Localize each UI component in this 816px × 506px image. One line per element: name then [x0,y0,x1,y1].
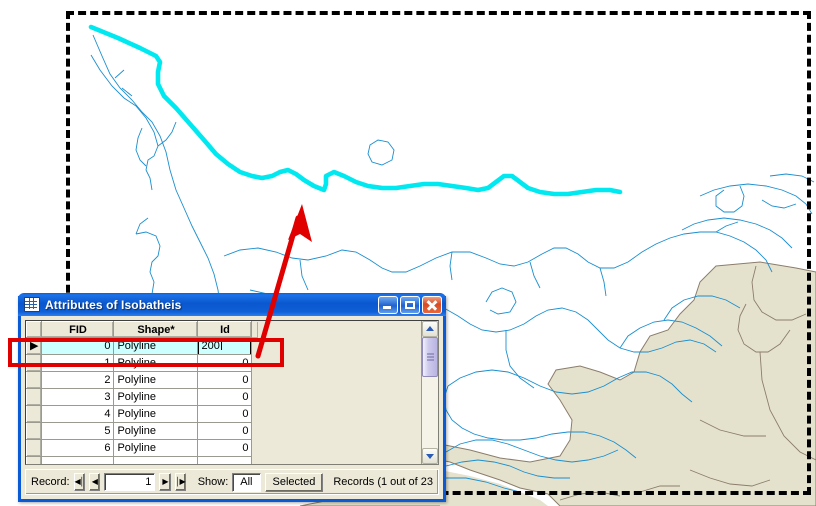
cell-id[interactable]: 0 [197,439,253,457]
records-count-label: Records (1 out of 23 [333,476,433,488]
cell-shape[interactable]: Polyline [113,354,199,372]
row-filler [251,354,259,372]
column-header-id[interactable]: Id [197,321,253,338]
cell-shape[interactable]: Polyline [113,439,199,457]
row-filler [251,456,259,464]
record-status-bar: Record: ◀│ ◀ 1 ▶ │▶ Show: All Selected R… [25,469,439,495]
next-record-icon: ▶ [162,477,168,486]
cell-fid[interactable]: 5 [41,422,115,440]
table-row[interactable]: 4 Polyline 0 [26,405,259,423]
cell-fid[interactable]: 4 [41,405,115,423]
cell-fid[interactable]: 6 [41,439,115,457]
minimize-icon[interactable] [378,295,398,314]
show-selected-button[interactable]: Selected [264,472,324,492]
cell-shape[interactable]: Polyline [113,371,199,389]
last-record-icon: │▶ [175,477,186,486]
row-marker[interactable] [26,371,43,389]
first-record-button[interactable]: ◀│ [73,473,85,491]
id-edit-value: 200 [201,340,220,352]
last-record-button[interactable]: │▶ [174,473,186,491]
row-filler [251,388,259,406]
table-row[interactable]: 5 Polyline 0 [26,422,259,440]
table-row[interactable]: 2 Polyline 0 [26,371,259,389]
table-row-partial[interactable] [26,456,259,464]
cell-id[interactable]: 0 [197,388,253,406]
column-header-shape[interactable]: Shape* [113,321,199,338]
column-header-filler [251,321,259,338]
cell-id[interactable]: 0 [197,422,253,440]
row-marker[interactable] [26,405,43,423]
cell-id[interactable]: 0 [197,405,253,423]
scrollbar-thumb[interactable] [422,337,438,377]
screenshot-root: Attributes of Isobatheis FID Shape* Id ▶… [0,0,816,506]
first-record-icon: ◀│ [74,477,85,486]
cell-shape[interactable]: Polyline [113,405,199,423]
row-marker[interactable] [26,354,43,372]
next-record-button[interactable]: ▶ [159,473,171,491]
scrollbar-track[interactable] [422,337,438,448]
table-row[interactable]: 1 Polyline 0 [26,354,259,372]
column-header-marker[interactable] [26,321,43,338]
table-row[interactable]: ▶ 0 Polyline 200 [26,337,259,355]
cell-id[interactable] [197,456,253,464]
vertical-scrollbar[interactable] [421,321,438,464]
record-number-input[interactable]: 1 [103,473,156,491]
selected-isobath-highlight [88,24,623,197]
column-header-fid[interactable]: FID [41,321,115,338]
row-marker[interactable] [26,439,43,457]
show-label: Show: [197,476,229,488]
scroll-down-icon[interactable] [422,448,438,464]
table-row[interactable]: 3 Polyline 0 [26,388,259,406]
table-body: ▶ 0 Polyline 200 1 Polyline 0 2 Polyline… [26,337,259,464]
row-marker[interactable] [26,388,43,406]
scroll-up-icon[interactable] [422,321,438,337]
window-controls [378,295,446,314]
previous-record-icon: ◀ [91,477,98,486]
cell-fid[interactable]: 0 [41,337,115,355]
table-icon [24,297,40,312]
grid-scroll-viewport[interactable]: FID Shape* Id ▶ 0 Polyline 200 1 Polylin… [26,321,421,464]
attribute-table-window[interactable]: Attributes of Isobatheis FID Shape* Id ▶… [18,293,446,502]
row-marker[interactable]: ▶ [26,337,43,355]
attribute-grid-area[interactable]: FID Shape* Id ▶ 0 Polyline 200 1 Polylin… [25,320,439,465]
cell-id[interactable]: 0 [197,354,253,372]
row-filler [251,405,259,423]
cell-shape[interactable] [113,456,199,464]
close-icon[interactable] [422,295,442,314]
row-marker[interactable] [26,456,43,464]
row-filler [251,439,259,457]
table-header-row: FID Shape* Id [26,321,259,338]
window-title: Attributes of Isobatheis [45,297,182,312]
cell-id-editing[interactable]: 200 [197,337,253,355]
maximize-icon[interactable] [400,295,420,314]
row-filler [251,337,259,355]
table-row[interactable]: 6 Polyline 0 [26,439,259,457]
row-filler [251,371,259,389]
attribute-table[interactable]: FID Shape* Id ▶ 0 Polyline 200 1 Polylin… [26,321,259,464]
record-label: Record: [31,476,70,488]
row-filler [251,422,259,440]
cell-id[interactable]: 0 [197,371,253,389]
window-title-bar[interactable]: Attributes of Isobatheis [18,293,446,316]
cell-fid[interactable]: 3 [41,388,115,406]
row-marker[interactable] [26,422,43,440]
cell-fid[interactable] [41,456,115,464]
show-all-button[interactable]: All [232,472,261,492]
previous-record-button[interactable]: ◀ [88,473,100,491]
cell-shape[interactable]: Polyline [113,422,199,440]
id-edit-input[interactable]: 200 [198,337,251,354]
cell-shape[interactable]: Polyline [113,337,199,355]
cell-fid[interactable]: 1 [41,354,115,372]
cell-shape[interactable]: Polyline [113,388,199,406]
cell-fid[interactable]: 2 [41,371,115,389]
text-caret [220,339,222,350]
